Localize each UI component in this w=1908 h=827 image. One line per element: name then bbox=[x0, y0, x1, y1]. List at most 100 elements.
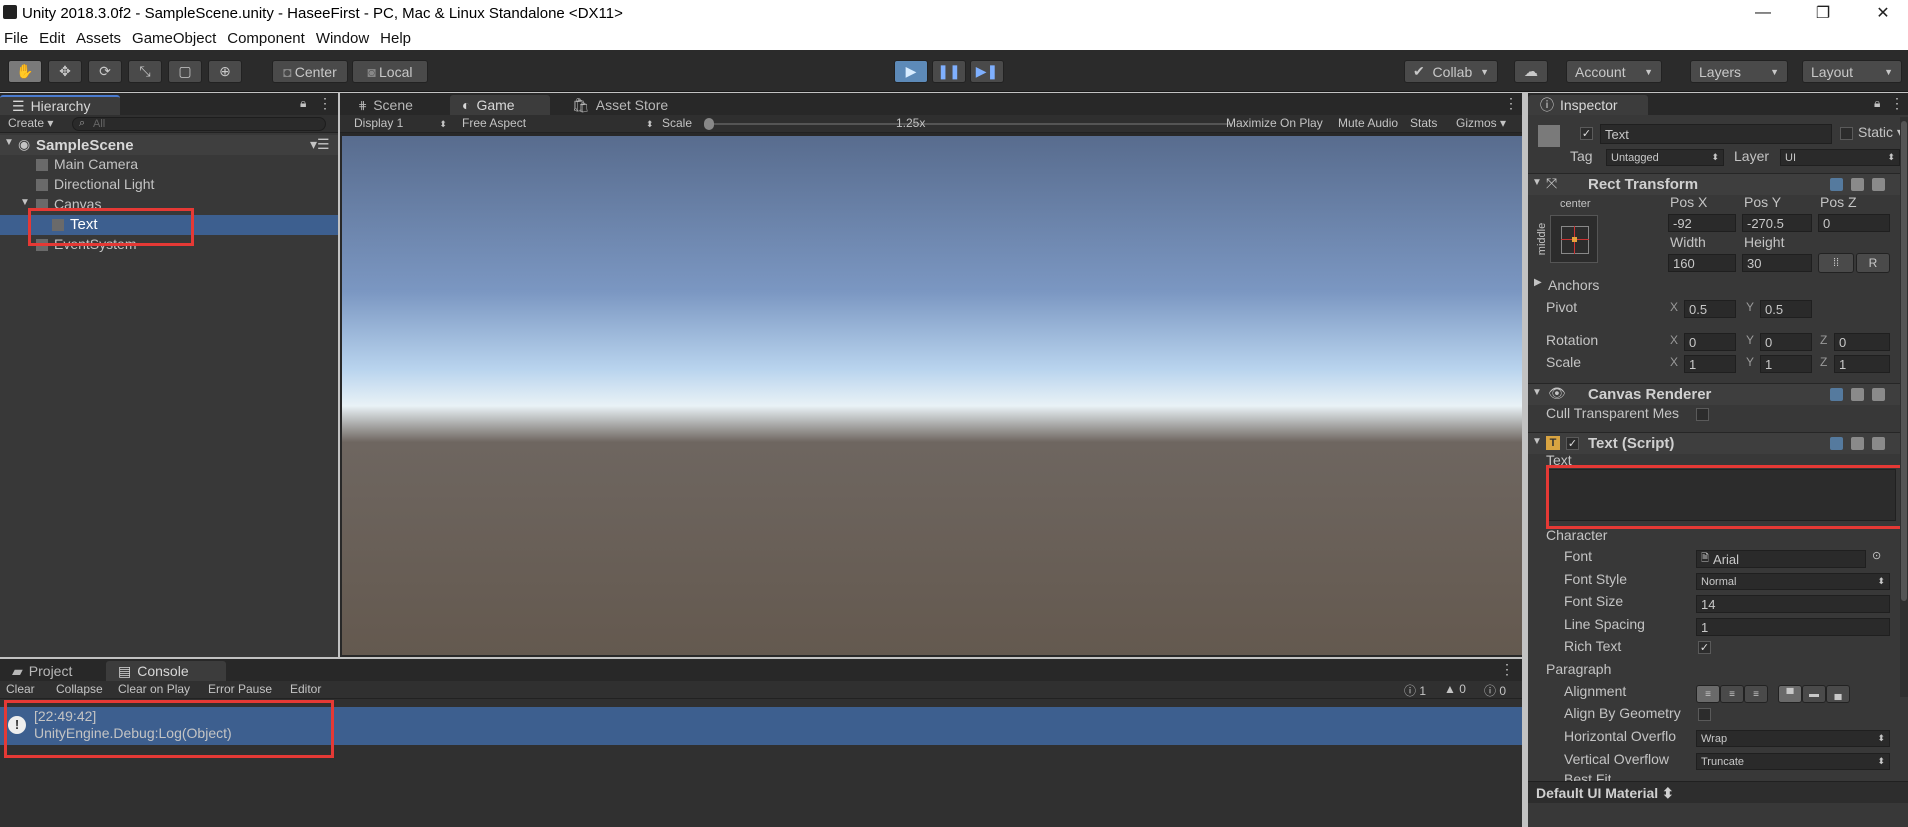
collab-dropdown[interactable]: ✔ Collab ▼ bbox=[1404, 60, 1498, 83]
create-dropdown[interactable]: Create ▾ bbox=[8, 116, 53, 130]
gizmos-dropdown[interactable]: Gizmos ▾ bbox=[1456, 116, 1506, 130]
object-name-field[interactable]: Text bbox=[1600, 124, 1832, 144]
maximize-on-play-toggle[interactable]: Maximize On Play bbox=[1226, 116, 1323, 130]
raw-edit-button[interactable]: R bbox=[1856, 253, 1890, 273]
scale-x-field[interactable]: 1 bbox=[1684, 355, 1736, 373]
collapse-toggle[interactable]: Collapse bbox=[56, 682, 103, 696]
menu-component[interactable]: Component bbox=[223, 30, 312, 47]
expand-arrow-icon[interactable]: ▼ bbox=[4, 137, 14, 148]
menu-window[interactable]: Window bbox=[312, 30, 376, 47]
active-checkbox[interactable]: ✓ bbox=[1580, 127, 1593, 140]
layout-dropdown[interactable]: Layout ▼ bbox=[1802, 60, 1902, 83]
close-button[interactable]: ✕ bbox=[1860, 0, 1906, 26]
menu-assets[interactable]: Assets bbox=[72, 30, 128, 47]
rotation-x-field[interactable]: 0 bbox=[1684, 333, 1736, 351]
anchors-foldout[interactable]: Anchors bbox=[1548, 277, 1599, 293]
step-button[interactable]: ▶❚ bbox=[970, 60, 1004, 83]
scrollbar-thumb[interactable] bbox=[1901, 121, 1907, 601]
aspect-dropdown[interactable]: Free Aspect ⬍ bbox=[462, 116, 654, 130]
error-pause-toggle[interactable]: Error Pause bbox=[208, 682, 272, 696]
help-icon[interactable] bbox=[1830, 437, 1843, 450]
scale-z-field[interactable]: 1 bbox=[1834, 355, 1890, 373]
help-icon[interactable] bbox=[1830, 388, 1843, 401]
align-center-icon[interactable]: ≡ bbox=[1720, 685, 1744, 703]
anchor-preset-button[interactable] bbox=[1550, 215, 1598, 263]
expand-arrow-icon[interactable]: ▶ bbox=[1534, 277, 1542, 288]
align-by-geometry-checkbox[interactable] bbox=[1698, 708, 1711, 721]
font-size-field[interactable]: 14 bbox=[1696, 595, 1890, 613]
hierarchy-search-input[interactable]: ⌕ All bbox=[72, 117, 326, 131]
rect-transform-header[interactable]: ▼ ⤧ Rect Transform bbox=[1528, 173, 1908, 195]
tab-console[interactable]: ▤ Console bbox=[106, 661, 226, 681]
rotate-tool-icon[interactable]: ⟳ bbox=[88, 60, 122, 83]
tab-asset-store[interactable]: 🛍︎ Asset Store bbox=[560, 95, 690, 115]
pivot-center-toggle[interactable]: ◘ Center bbox=[272, 60, 348, 83]
maximize-button[interactable]: ❐ bbox=[1800, 0, 1846, 26]
stats-toggle[interactable]: Stats bbox=[1410, 116, 1437, 130]
panel-menu-icon[interactable]: ⋮ bbox=[1890, 95, 1904, 112]
scene-row[interactable]: ▼ ◉ SampleScene ▾☰ bbox=[0, 135, 338, 155]
font-style-dropdown[interactable]: Normal ⬍ bbox=[1696, 573, 1890, 590]
display-dropdown[interactable]: Display 1 ⬍ bbox=[354, 116, 447, 130]
vertical-overflow-dropdown[interactable]: Truncate ⬍ bbox=[1696, 753, 1890, 770]
panel-menu-icon[interactable]: ⋮ bbox=[1504, 95, 1518, 112]
preset-icon[interactable] bbox=[1851, 437, 1864, 450]
align-middle-icon[interactable]: ▬ bbox=[1802, 685, 1826, 703]
play-button[interactable]: ▶ bbox=[894, 60, 928, 83]
clear-on-play-toggle[interactable]: Clear on Play bbox=[118, 682, 190, 696]
transform-tool-icon[interactable]: ⊕ bbox=[208, 60, 242, 83]
text-enabled-checkbox[interactable]: ✓ bbox=[1566, 437, 1579, 450]
panel-menu-icon[interactable]: ⋮ bbox=[1500, 661, 1514, 678]
scene-menu-icon[interactable]: ▾☰ bbox=[310, 136, 330, 153]
tab-project[interactable]: ▰ Project bbox=[0, 661, 100, 681]
align-bottom-icon[interactable]: ▄ bbox=[1826, 685, 1850, 703]
move-tool-icon[interactable]: ✥ bbox=[48, 60, 82, 83]
scale-slider-handle[interactable] bbox=[704, 118, 714, 130]
pivot-local-toggle[interactable]: ◙ Local bbox=[352, 60, 428, 83]
rect-tool-icon[interactable]: ▢ bbox=[168, 60, 202, 83]
rotation-y-field[interactable]: 0 bbox=[1760, 333, 1812, 351]
rotation-z-field[interactable]: 0 bbox=[1834, 333, 1890, 351]
log-count-toggle[interactable]: ⓘ 1 bbox=[1404, 682, 1426, 699]
blueprint-mode-button[interactable]: ⁞⁞ bbox=[1818, 253, 1854, 273]
layer-dropdown[interactable]: UI ⬍ bbox=[1780, 149, 1900, 166]
object-picker-icon[interactable]: ⊙ bbox=[1872, 549, 1881, 562]
scale-y-field[interactable]: 1 bbox=[1760, 355, 1812, 373]
cull-transparent-checkbox[interactable] bbox=[1696, 408, 1709, 421]
horizontal-overflow-dropdown[interactable]: Wrap ⬍ bbox=[1696, 730, 1890, 747]
align-right-icon[interactable]: ≡ bbox=[1744, 685, 1768, 703]
posz-field[interactable]: 0 bbox=[1818, 214, 1890, 232]
posx-field[interactable]: -92 bbox=[1668, 214, 1736, 232]
static-dropdown[interactable]: Static ▾ bbox=[1858, 124, 1904, 141]
tab-inspector[interactable]: ⓘ Inspector bbox=[1528, 95, 1648, 115]
menu-help[interactable]: Help bbox=[376, 30, 418, 47]
material-bar[interactable]: Default UI Material ⬍ bbox=[1528, 781, 1908, 803]
collapse-arrow-icon[interactable]: ▼ bbox=[1532, 387, 1542, 398]
mute-audio-toggle[interactable]: Mute Audio bbox=[1338, 116, 1398, 130]
text-script-header[interactable]: ▼ T ✓ Text (Script) bbox=[1528, 432, 1908, 454]
pivot-y-field[interactable]: 0.5 bbox=[1760, 300, 1812, 318]
tab-hierarchy[interactable]: ☰ Hierarchy bbox=[0, 95, 120, 115]
menu-file[interactable]: File bbox=[0, 30, 35, 47]
collapse-arrow-icon[interactable]: ▼ bbox=[1532, 436, 1542, 447]
rich-text-checkbox[interactable]: ✓ bbox=[1698, 641, 1711, 654]
layers-dropdown[interactable]: Layers ▼ bbox=[1690, 60, 1788, 83]
gear-icon[interactable] bbox=[1872, 388, 1885, 401]
tab-game[interactable]: ◐ Game bbox=[450, 95, 550, 115]
height-field[interactable]: 30 bbox=[1742, 254, 1812, 272]
expand-arrow-icon[interactable]: ▼ bbox=[20, 197, 30, 208]
scale-tool-icon[interactable]: ⤡ bbox=[128, 60, 162, 83]
collapse-arrow-icon[interactable]: ▼ bbox=[1532, 177, 1542, 188]
align-top-icon[interactable]: ▀ bbox=[1778, 685, 1802, 703]
error-count-toggle[interactable]: ⓘ 0 bbox=[1484, 682, 1506, 699]
width-field[interactable]: 160 bbox=[1668, 254, 1736, 272]
preset-icon[interactable] bbox=[1851, 388, 1864, 401]
lock-icon[interactable]: 🔒︎ bbox=[300, 96, 306, 111]
gear-icon[interactable] bbox=[1872, 178, 1885, 191]
gear-icon[interactable] bbox=[1872, 437, 1885, 450]
editor-dropdown[interactable]: Editor bbox=[290, 682, 321, 696]
hand-tool-icon[interactable]: ✋ bbox=[8, 60, 42, 83]
lock-icon[interactable]: 🔒︎ bbox=[1874, 96, 1880, 111]
account-dropdown[interactable]: Account ▼ bbox=[1566, 60, 1662, 83]
panel-menu-icon[interactable]: ⋮ bbox=[318, 95, 332, 112]
